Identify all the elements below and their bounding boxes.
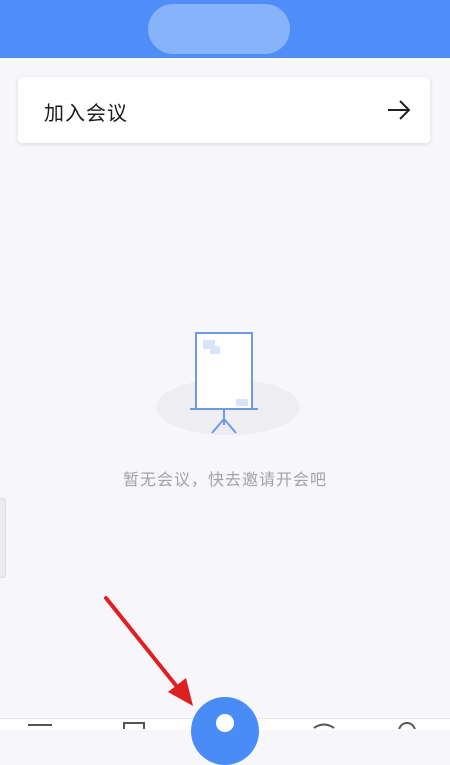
projector-screen-icon — [156, 332, 300, 435]
join-meeting-label: 加入会议 — [44, 101, 128, 125]
join-meeting-button[interactable]: 加入会议 — [18, 77, 430, 143]
empty-state-message: 暂无会议，快去邀请开会吧 — [122, 470, 327, 489]
person-icon — [216, 714, 234, 732]
calendar-icon[interactable] — [120, 722, 148, 729]
phone-icon[interactable] — [310, 722, 338, 729]
profile-icon[interactable] — [393, 722, 421, 729]
blurred-title — [148, 4, 290, 54]
side-handle[interactable] — [0, 498, 6, 578]
home-icon[interactable] — [26, 722, 54, 729]
header-bar — [0, 0, 450, 58]
arrow-right-icon — [388, 100, 411, 120]
new-meeting-fab[interactable] — [191, 697, 259, 765]
